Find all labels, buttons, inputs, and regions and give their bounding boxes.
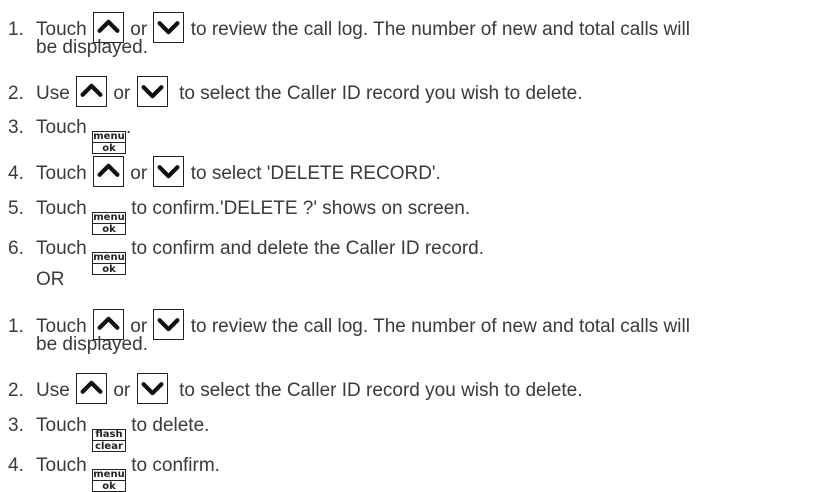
step-text: to select the Caller ID record you wish …	[179, 83, 583, 104]
step-text: Touch	[36, 117, 87, 138]
key-bottom-label: ok	[102, 224, 116, 235]
s1-step-4: 4. Touch or to select 'DELETE RECORD'.	[8, 156, 812, 187]
step-text: to select 'DELETE RECORD'.	[190, 163, 441, 184]
s1-step-2: 2. Use or to select the Caller ID record …	[8, 76, 812, 107]
s2-step-3: 3. Touch flash clear to delete.	[8, 414, 812, 452]
up-arrow-icon	[92, 156, 124, 187]
instruction-document: 1. Touch or to review the call log. The n…	[0, 0, 820, 492]
s1-step-5: 5. Touch menu ok to confirm.'DELETE ?' sho…	[8, 197, 812, 235]
down-arrow-icon	[153, 12, 185, 43]
step-number: 3.	[8, 117, 24, 138]
step-text: or	[113, 380, 131, 401]
step-number: 1.	[8, 316, 24, 337]
step-text: or	[113, 83, 131, 104]
menu-ok-key-icon: menu ok	[91, 131, 126, 154]
step-text: to review the call log. The number of ne…	[190, 316, 690, 337]
step-text: Touch	[36, 415, 87, 436]
step-number: 4.	[8, 455, 24, 476]
key-top-label: menu	[92, 252, 125, 264]
down-arrow-icon	[153, 156, 185, 187]
step-number: 4.	[8, 163, 24, 184]
step-number: 6.	[8, 238, 24, 259]
key-bottom-label: ok	[102, 481, 116, 492]
down-arrow-icon	[153, 309, 185, 340]
step-text: to confirm.	[131, 455, 220, 476]
step-text: to select the Caller ID record you wish …	[179, 380, 583, 401]
step-text: Touch	[36, 198, 87, 219]
s1-step-3: 3. Touch menu ok.	[8, 116, 812, 154]
menu-ok-key-icon: menu ok	[91, 252, 126, 275]
key-top-label: flash	[92, 430, 125, 441]
key-top-label: menu	[92, 469, 125, 481]
step-text: to review the call log. The number of ne…	[190, 19, 690, 40]
step-text: Touch	[36, 163, 87, 184]
s1-step-1-continuation: be displayed.	[36, 37, 148, 58]
key-bottom-label: ok	[102, 264, 116, 275]
step-number: 2.	[8, 380, 24, 401]
step-number: 2.	[8, 83, 24, 104]
down-arrow-icon	[136, 76, 168, 107]
s2-step-4: 4. Touch menu ok to confirm.	[8, 454, 812, 492]
key-top-label: menu	[92, 131, 125, 143]
flash-clear-key-icon: flash clear	[91, 429, 126, 452]
step-text: Touch	[36, 455, 87, 476]
s2-step-1-continuation: be displayed.	[36, 334, 148, 355]
step-text: or	[130, 163, 148, 184]
up-arrow-icon	[76, 76, 108, 107]
step-text: to delete.	[131, 415, 210, 436]
up-arrow-icon	[76, 373, 108, 404]
step-text: Touch	[36, 238, 87, 259]
step-text: Use	[36, 83, 70, 104]
step-text: to confirm and delete the Caller ID reco…	[131, 238, 484, 259]
key-bottom-label: clear	[95, 441, 123, 452]
step-number: 1.	[8, 19, 24, 40]
step-number: 5.	[8, 198, 24, 219]
or-separator: OR	[36, 269, 65, 290]
step-number: 3.	[8, 415, 24, 436]
s1-step-6: 6. Touch menu ok to confirm and delete the…	[8, 237, 812, 275]
key-bottom-label: ok	[102, 143, 116, 154]
down-arrow-icon	[136, 373, 168, 404]
key-top-label: menu	[92, 212, 125, 224]
step-text: to confirm.'DELETE ?' shows on screen.	[131, 198, 471, 219]
menu-ok-key-icon: menu ok	[91, 212, 126, 235]
step-text: Use	[36, 380, 70, 401]
s2-step-2: 2. Use or to select the Caller ID record …	[8, 373, 812, 404]
step-text: .	[125, 117, 132, 138]
